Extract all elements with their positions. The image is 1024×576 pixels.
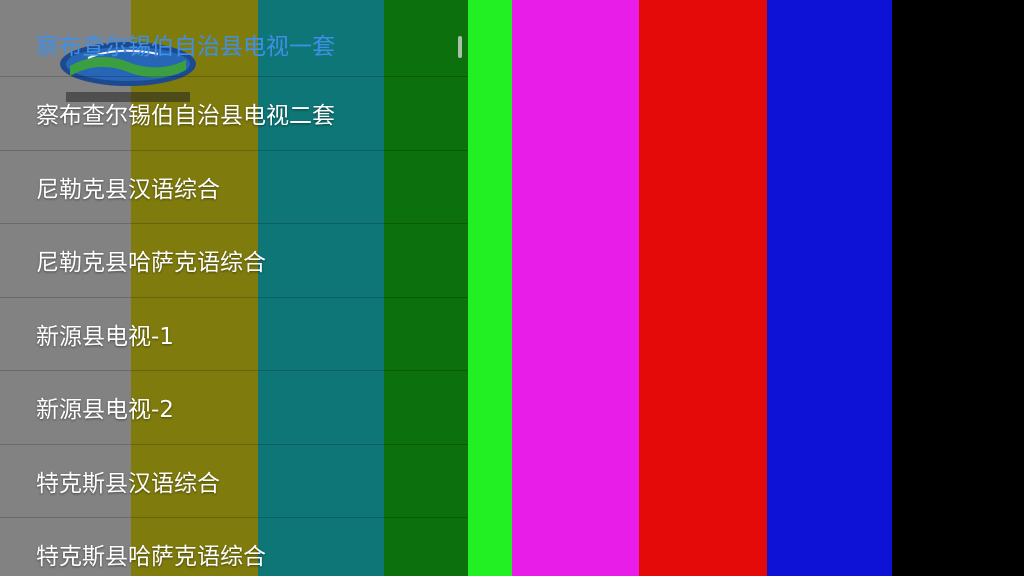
channel-list-item[interactable]: 察布查尔锡伯自治县电视一套 (0, 3, 468, 77)
channel-list-item[interactable]: 尼勒克县汉语综合 (0, 150, 468, 224)
tv-screen: 察布查尔锡伯自治县电视一套 察布查尔锡伯自治县电视二套 尼勒克县汉语综合 尼勒克县哈萨… (0, 0, 1024, 576)
channel-list-item[interactable]: 特克斯县汉语综合 (0, 444, 468, 518)
color-bar-blue (767, 0, 892, 576)
color-bar-magenta (512, 0, 639, 576)
channel-list-item[interactable]: 尼勒克县哈萨克语综合 (0, 224, 468, 298)
channel-list-item[interactable]: 察布查尔锡伯自治县电视二套 (0, 77, 468, 151)
channel-list-item[interactable]: 新源县电视-2 (0, 371, 468, 445)
color-bar-red (639, 0, 767, 576)
channel-list-item[interactable]: 特克斯县哈萨克语综合 (0, 518, 468, 576)
channel-list: 察布查尔锡伯自治县电视一套 察布查尔锡伯自治县电视二套 尼勒克县汉语综合 尼勒克县哈萨… (0, 0, 468, 576)
color-bar-green (468, 0, 512, 576)
channel-list-item[interactable]: 新源县电视-1 (0, 297, 468, 371)
